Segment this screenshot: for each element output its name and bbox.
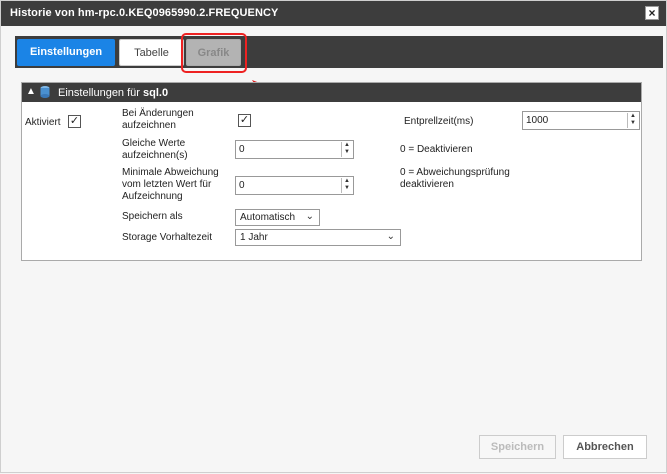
entprell-value: 1000 <box>526 115 549 126</box>
same-values-label: Gleiche Werte aufzeichnen(s) <box>122 138 188 161</box>
spinner[interactable]: ▲ ▼ <box>341 142 352 157</box>
changes-checkbox[interactable]: ✓ <box>238 114 251 127</box>
deviation-value: 0 <box>239 180 245 191</box>
entprell-label: Entprellzeit(ms) <box>404 116 474 127</box>
changes-label: Bei Änderungen aufzeichnen <box>122 108 194 131</box>
chevron-down-icon: ⌄ <box>386 231 395 242</box>
spinner[interactable]: ▲ ▼ <box>627 113 638 128</box>
checkmark-icon: ✓ <box>239 114 250 126</box>
tab-tabelle[interactable]: Tabelle <box>119 39 184 66</box>
dialog-title: Historie von hm-rpc.0.KEQ0965990.2.FREQU… <box>10 7 279 19</box>
aktiviert-checkbox[interactable]: ✓ <box>68 115 81 128</box>
panel-title-prefix: Einstellungen für <box>58 87 140 99</box>
spin-down-icon: ▼ <box>344 149 350 155</box>
aktiviert-label: Aktiviert <box>25 117 61 128</box>
deviation-input[interactable]: 0 ▲ ▼ <box>235 176 354 195</box>
storage-select[interactable]: 1 Jahr ⌄ <box>235 229 401 246</box>
close-button[interactable]: × <box>645 6 659 20</box>
entprell-input[interactable]: 1000 ▲ ▼ <box>522 111 640 130</box>
storage-value: 1 Jahr <box>240 232 268 243</box>
save-as-value: Automatisch <box>240 212 296 223</box>
tab-bar: Einstellungen Tabelle Grafik <box>15 36 663 68</box>
panel-title: Einstellungen für sql.0 <box>58 87 168 99</box>
spin-up-icon: ▲ <box>344 142 350 148</box>
deviation-hint: 0 = Abweichungsprüfung deaktivieren <box>400 167 510 190</box>
same-values-value: 0 <box>239 144 245 155</box>
spin-down-icon: ▼ <box>630 120 636 126</box>
deviation-label: Minimale Abweichung vom letzten Wert für… <box>122 167 219 202</box>
storage-label: Storage Vorhaltezeit <box>122 232 213 243</box>
highlight-box <box>181 33 247 73</box>
chevron-down-icon: ⌄ <box>305 211 314 222</box>
history-dialog: Historie von hm-rpc.0.KEQ0965990.2.FREQU… <box>0 0 667 473</box>
panel-header[interactable]: ▲ Einstellungen für sql.0 <box>22 83 641 102</box>
save-button[interactable]: Speichern <box>479 435 556 459</box>
save-as-label: Speichern als <box>122 211 183 222</box>
dialog-titlebar[interactable]: Historie von hm-rpc.0.KEQ0965990.2.FREQU… <box>1 1 666 26</box>
spinner[interactable]: ▲ ▼ <box>341 178 352 193</box>
panel-title-instance: sql.0 <box>143 87 169 99</box>
collapse-arrow-icon[interactable]: ▲ <box>26 86 36 97</box>
spin-down-icon: ▼ <box>344 185 350 191</box>
database-icon <box>40 86 50 98</box>
spin-up-icon: ▲ <box>630 113 636 119</box>
same-values-hint: 0 = Deaktivieren <box>400 144 473 155</box>
checkmark-icon: ✓ <box>69 115 80 127</box>
cancel-button[interactable]: Abbrechen <box>563 435 647 459</box>
spin-up-icon: ▲ <box>344 178 350 184</box>
tab-einstellungen[interactable]: Einstellungen <box>17 39 115 66</box>
save-as-select[interactable]: Automatisch ⌄ <box>235 209 320 226</box>
same-values-input[interactable]: 0 ▲ ▼ <box>235 140 354 159</box>
settings-panel: ▲ Einstellungen für sql.0 Aktiviert ✓ Be… <box>21 82 642 261</box>
